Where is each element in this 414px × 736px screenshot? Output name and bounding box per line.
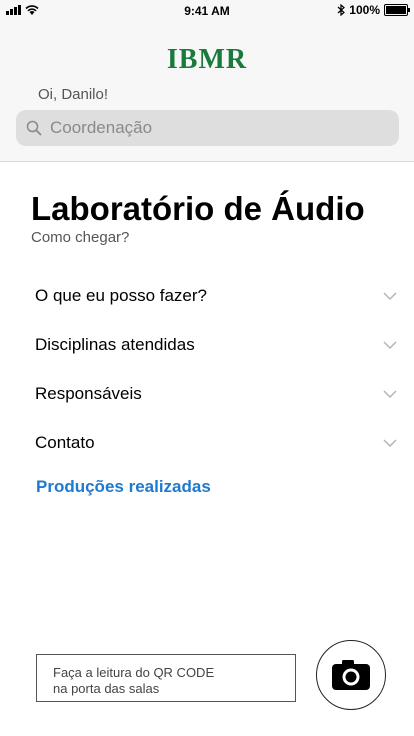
camera-icon [332,660,370,690]
qr-instruction-line2: na porta das salas [53,681,160,696]
chevron-down-icon [383,439,397,447]
accordion-label: Responsáveis [35,384,142,403]
search-icon [26,120,42,136]
chevron-down-icon [383,341,397,349]
chevron-down-icon [383,390,397,398]
battery-percent: 100% [349,3,380,17]
battery-icon [384,4,410,16]
accordion-label: Disciplinas atendidas [35,335,195,354]
productions-link[interactable]: Produções realizadas [36,477,211,497]
search-bar[interactable] [16,110,399,146]
greeting: Oi, Danilo! [38,86,109,103]
accordion-label: O que eu posso fazer? [35,286,208,305]
accordion-label: Contato [35,433,95,452]
accordion-disciplines[interactable]: Disciplinas atendidas [35,330,399,360]
accordion-responsible[interactable]: Responsáveis [35,379,399,409]
status-right: 100% [337,3,410,17]
qr-instruction-box: Faça a leitura do QR CODE na porta das s… [36,654,296,702]
bluetooth-icon [337,4,346,16]
accordion-what-can-i-do[interactable]: O que eu posso fazer? [35,281,399,311]
status-bar: 9:41 AM 100% [0,0,414,22]
search-input[interactable] [48,117,372,139]
page-title: Laboratório de Áudio [31,190,365,227]
ibmr-logo: IBMR [166,44,248,75]
accordion-contact[interactable]: Contato [35,428,399,458]
camera-button[interactable] [316,640,386,710]
qr-instruction-line1: Faça a leitura do QR CODE [53,665,215,680]
directions-link[interactable]: Como chegar? [31,229,129,246]
chevron-down-icon [383,292,397,300]
header: 9:41 AM 100% IBMR Oi, Danilo! [0,0,414,162]
